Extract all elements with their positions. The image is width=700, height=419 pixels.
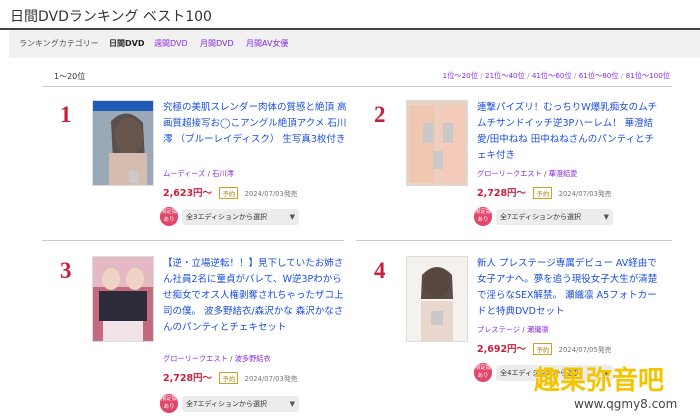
limited-edition-badge: 限定版 あり (474, 207, 492, 226)
actor-link[interactable]: 石川澪 (212, 169, 234, 178)
price-row: 2,692円〜 予約 2024/07/05発売 (477, 341, 611, 355)
limited-edition-badge: 限定版 あり (160, 207, 178, 226)
reservation-badge: 予約 (219, 187, 239, 199)
price-row: 2,728円〜 予約 2024/07/03発売 (163, 370, 297, 384)
site-watermark: 趣果弥音吧 www.qgmy8.com (530, 360, 700, 419)
rank-number: 4 (374, 258, 386, 283)
release-date: 2024/07/03発売 (244, 190, 298, 198)
price-row: 2,728円〜 予約 2024/07/03発売 (477, 185, 611, 199)
ranking-item: 1 究極の美肌スレンダー肉体の質感と絶頂 高画質超接写お◯こアングル絶頂アクメ … (42, 100, 347, 250)
edition-select[interactable]: 全3エディションから選択 ▼ (182, 209, 299, 225)
product-thumbnail[interactable] (92, 100, 154, 186)
product-meta: グローリークエスト / 華澄結愛 (477, 169, 577, 179)
watermark-text: 趣果弥音吧 (534, 366, 665, 396)
chevron-down-icon: ▼ (603, 213, 609, 221)
page-header: 日間DVDランキング ベスト100 (0, 0, 700, 30)
actor-link[interactable]: 瀬織凛 (527, 325, 549, 334)
rank-number: 3 (60, 258, 72, 283)
rank-number: 1 (60, 102, 72, 127)
product-meta: ムーディーズ / 石川澪 (163, 169, 234, 179)
edition-select[interactable]: 全7エディションから選択 ▼ (496, 209, 613, 225)
current-range: 1〜20位 (54, 72, 86, 81)
price-row: 2,623円〜 予約 2024/07/03発売 (163, 185, 297, 199)
limited-edition-badge: 限定版 あり (474, 363, 492, 382)
release-date: 2024/07/05発売 (558, 346, 612, 354)
chevron-down-icon: ▼ (289, 400, 295, 408)
page-link-41-60[interactable]: 41位〜60位 (532, 71, 572, 80)
page-link-21-40[interactable]: 21位〜40位 (485, 71, 525, 80)
edition-select-label: 全3エディションから選択 (186, 213, 267, 221)
page-title: 日間DVDランキング ベスト100 (10, 9, 212, 25)
category-daily-dvd[interactable]: 日間DVD (109, 38, 144, 49)
reservation-badge: 予約 (533, 343, 553, 355)
rank-range-bar: 1〜20位 1位〜20位 / 21位〜40位 / 41位〜60位 / 61位〜8… (42, 66, 672, 87)
actor-link[interactable]: 華澄結愛 (549, 169, 578, 178)
release-date: 2024/07/03発売 (558, 190, 612, 198)
product-title[interactable]: 【逆・立場逆転！！】見下していたお姉さん社員2名に童貞がバレて、W逆3Pわからせ… (163, 256, 349, 336)
edition-select-label: 全7エディションから選択 (500, 213, 581, 221)
range-pager: 1位〜20位 / 21位〜40位 / 41位〜60位 / 61位〜80位 / 8… (443, 71, 670, 81)
edition-select[interactable]: 全7エディションから選択 ▼ (182, 396, 299, 412)
product-title[interactable]: 究極の美肌スレンダー肉体の質感と絶頂 高画質超接写お◯こアングル絶頂アクメ 石川… (163, 100, 349, 148)
price: 2,623円〜 (163, 188, 213, 199)
ranking-item: 2 連撃パイズリ！むっちりW爆乳痴女のムチムチサンドイッチ逆3Pハーレム！ 華澄… (356, 100, 657, 250)
reservation-badge: 予約 (219, 372, 239, 384)
price: 2,728円〜 (477, 188, 527, 199)
maker-link[interactable]: プレステージ (477, 325, 520, 334)
reservation-badge: 予約 (533, 187, 553, 199)
price: 2,728円〜 (163, 373, 213, 384)
product-title[interactable]: 連撃パイズリ！むっちりW爆乳痴女のムチムチサンドイッチ逆3Pハーレム！ 華澄結愛… (477, 100, 663, 164)
category-weekly-dvd[interactable]: 週間DVD (154, 38, 188, 49)
item-divider (42, 240, 344, 241)
rank-number: 2 (374, 102, 386, 127)
category-label: ランキングカテゴリー (19, 39, 99, 48)
product-title[interactable]: 新人 プレステージ専属デビュー AV経由で女子アナへ。夢を追う現役女子大生が清楚… (477, 256, 663, 320)
maker-link[interactable]: ムーディーズ (163, 169, 205, 178)
release-date: 2024/07/03発売 (244, 375, 298, 383)
category-bar: ランキングカテゴリー 日間DVD 週間DVD 月間DVD 月間AV女優 (9, 30, 700, 58)
maker-link[interactable]: グローリークエスト (163, 354, 228, 363)
page-link-1-20[interactable]: 1位〜20位 (443, 71, 478, 80)
category-monthly-dvd[interactable]: 月間DVD (200, 38, 234, 49)
product-thumbnail[interactable] (92, 256, 154, 342)
watermark-url: www.qgmy8.com (574, 397, 678, 411)
chevron-down-icon: ▼ (289, 213, 295, 221)
ranking-item: 3 【逆・立場逆転！！】見下していたお姉さん社員2名に童貞がバレて、W逆3Pわか… (42, 256, 344, 413)
price: 2,692円〜 (477, 344, 527, 355)
actor-link[interactable]: 波多野結衣 (235, 354, 271, 363)
page-link-81-100[interactable]: 81位〜100位 (626, 71, 670, 80)
product-thumbnail[interactable] (406, 256, 468, 342)
edition-select-label: 全7エディションから選択 (186, 400, 267, 408)
category-monthly-av-actress[interactable]: 月間AV女優 (246, 38, 288, 49)
maker-link[interactable]: グローリークエスト (477, 169, 542, 178)
item-divider (356, 240, 672, 241)
product-meta: グローリークエスト / 波多野結衣 (163, 354, 271, 364)
product-thumbnail[interactable] (406, 100, 468, 186)
page-link-61-80[interactable]: 61位〜80位 (579, 71, 619, 80)
limited-edition-badge: 限定版 あり (160, 394, 178, 413)
product-meta: プレステージ / 瀬織凛 (477, 325, 549, 335)
